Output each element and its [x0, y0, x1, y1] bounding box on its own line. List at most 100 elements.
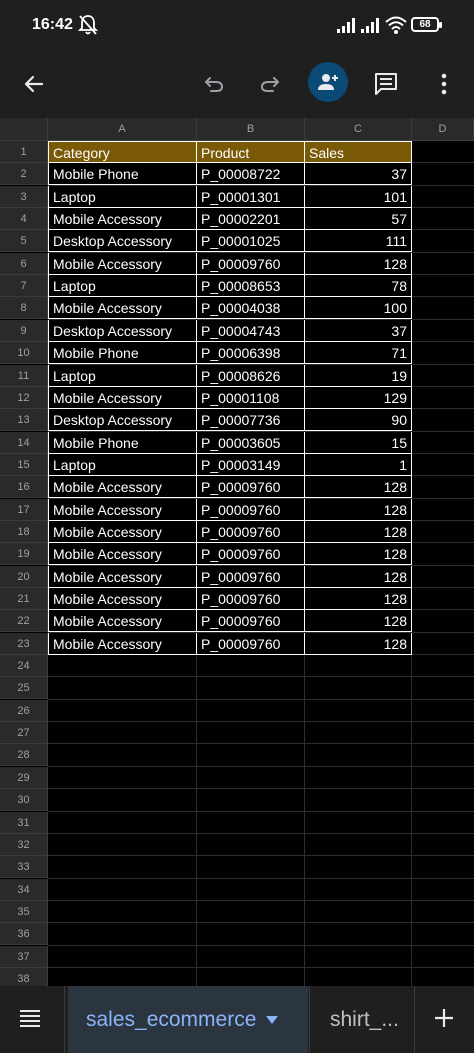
- row-header[interactable]: 15: [0, 454, 48, 476]
- category-cell[interactable]: Mobile Accessory: [48, 499, 197, 521]
- sales-cell[interactable]: 19: [305, 365, 412, 387]
- sales-cell[interactable]: 128: [305, 588, 412, 610]
- sales-cell[interactable]: 128: [305, 543, 412, 565]
- category-cell[interactable]: Mobile Accessory: [48, 543, 197, 565]
- sales-cell[interactable]: 128: [305, 566, 412, 588]
- product-cell[interactable]: P_00007736: [197, 409, 305, 431]
- category-cell[interactable]: Desktop Accessory: [48, 320, 197, 342]
- header-cell-product[interactable]: Product: [197, 141, 305, 163]
- spreadsheet-grid[interactable]: A B C D 1 2 3 4 5 6 7 8 9 10 11 12 13 14 15 16 17 18 19 20 21 22 2…: [0, 118, 474, 986]
- row-header[interactable]: 23: [0, 633, 48, 655]
- row-header[interactable]: 27: [0, 722, 48, 744]
- category-cell[interactable]: Mobile Accessory: [48, 253, 197, 275]
- row-header[interactable]: 30: [0, 789, 48, 811]
- sheets-menu-button[interactable]: [10, 998, 50, 1038]
- product-cell[interactable]: P_00009760: [197, 543, 305, 565]
- tab-shirt[interactable]: shirt_...: [310, 986, 414, 1053]
- column-header-a[interactable]: A: [48, 118, 197, 141]
- row-header[interactable]: 34: [0, 879, 48, 901]
- category-cell[interactable]: Desktop Accessory: [48, 409, 197, 431]
- row-header[interactable]: 38: [0, 968, 48, 986]
- sales-cell[interactable]: 57: [305, 208, 412, 230]
- column-header-c[interactable]: C: [305, 118, 412, 141]
- row-header[interactable]: 13: [0, 409, 48, 431]
- row-header[interactable]: 24: [0, 655, 48, 677]
- row-header[interactable]: 2: [0, 163, 48, 185]
- product-cell[interactable]: P_00009760: [197, 610, 305, 632]
- row-header[interactable]: 10: [0, 342, 48, 364]
- product-cell[interactable]: P_00009760: [197, 476, 305, 498]
- select-all-corner[interactable]: [0, 118, 48, 141]
- product-cell[interactable]: P_00009760: [197, 588, 305, 610]
- sales-cell[interactable]: 15: [305, 432, 412, 454]
- category-cell[interactable]: Mobile Accessory: [48, 633, 197, 655]
- row-header[interactable]: 14: [0, 432, 48, 454]
- row-header[interactable]: 20: [0, 566, 48, 588]
- dropdown-arrow-icon[interactable]: [266, 1015, 279, 1024]
- sales-cell[interactable]: 71: [305, 342, 412, 364]
- sales-cell[interactable]: 128: [305, 476, 412, 498]
- row-header[interactable]: 26: [0, 700, 48, 722]
- row-header[interactable]: 28: [0, 744, 48, 766]
- product-cell[interactable]: P_00001301: [197, 186, 305, 208]
- row-header[interactable]: 29: [0, 767, 48, 789]
- product-cell[interactable]: P_00003605: [197, 432, 305, 454]
- product-cell[interactable]: P_00009760: [197, 566, 305, 588]
- product-cell[interactable]: P_00008626: [197, 365, 305, 387]
- column-header-d[interactable]: D: [412, 118, 474, 141]
- product-cell[interactable]: P_00009760: [197, 521, 305, 543]
- category-cell[interactable]: Mobile Accessory: [48, 387, 197, 409]
- row-header[interactable]: 37: [0, 946, 48, 968]
- sales-cell[interactable]: 100: [305, 297, 412, 319]
- sales-cell[interactable]: 111: [305, 230, 412, 252]
- add-sheet-button[interactable]: [424, 998, 464, 1038]
- row-header[interactable]: 16: [0, 476, 48, 498]
- product-cell[interactable]: P_00009760: [197, 253, 305, 275]
- category-cell[interactable]: Mobile Accessory: [48, 588, 197, 610]
- sales-cell[interactable]: 101: [305, 186, 412, 208]
- product-cell[interactable]: P_00001108: [197, 387, 305, 409]
- sales-cell[interactable]: 128: [305, 253, 412, 275]
- product-cell[interactable]: P_00008653: [197, 275, 305, 297]
- row-header[interactable]: 22: [0, 610, 48, 632]
- redo-button[interactable]: [248, 62, 292, 106]
- row-header[interactable]: 33: [0, 856, 48, 878]
- row-header[interactable]: 32: [0, 834, 48, 856]
- product-cell[interactable]: P_00002201: [197, 208, 305, 230]
- row-header[interactable]: 12: [0, 387, 48, 409]
- category-cell[interactable]: Mobile Accessory: [48, 610, 197, 632]
- row-header[interactable]: 19: [0, 543, 48, 565]
- row-header[interactable]: 17: [0, 499, 48, 521]
- sales-cell[interactable]: 37: [305, 320, 412, 342]
- row-header[interactable]: 18: [0, 521, 48, 543]
- sales-cell[interactable]: 37: [305, 163, 412, 185]
- sales-cell[interactable]: 129: [305, 387, 412, 409]
- more-options-button[interactable]: [422, 62, 466, 106]
- undo-button[interactable]: [192, 62, 236, 106]
- row-header[interactable]: 4: [0, 208, 48, 230]
- category-cell[interactable]: Desktop Accessory: [48, 230, 197, 252]
- category-cell[interactable]: Laptop: [48, 454, 197, 476]
- tab-sales-ecommerce[interactable]: sales_ecommerce: [68, 986, 308, 1053]
- product-cell[interactable]: P_00009760: [197, 633, 305, 655]
- comments-button[interactable]: [364, 62, 408, 106]
- row-header[interactable]: 31: [0, 812, 48, 834]
- category-cell[interactable]: Laptop: [48, 275, 197, 297]
- row-header[interactable]: 7: [0, 275, 48, 297]
- product-cell[interactable]: P_00001025: [197, 230, 305, 252]
- row-header[interactable]: 3: [0, 186, 48, 208]
- category-cell[interactable]: Mobile Phone: [48, 163, 197, 185]
- sales-cell[interactable]: 128: [305, 633, 412, 655]
- row-header[interactable]: 25: [0, 677, 48, 699]
- product-cell[interactable]: P_00009760: [197, 499, 305, 521]
- product-cell[interactable]: P_00003149: [197, 454, 305, 476]
- row-header[interactable]: 35: [0, 901, 48, 923]
- header-cell-sales[interactable]: Sales: [305, 141, 412, 163]
- category-cell[interactable]: Mobile Accessory: [48, 208, 197, 230]
- category-cell[interactable]: Laptop: [48, 186, 197, 208]
- row-header[interactable]: 11: [0, 365, 48, 387]
- category-cell[interactable]: Mobile Accessory: [48, 476, 197, 498]
- back-button[interactable]: [12, 62, 56, 106]
- product-cell[interactable]: P_00008722: [197, 163, 305, 185]
- sales-cell[interactable]: 128: [305, 610, 412, 632]
